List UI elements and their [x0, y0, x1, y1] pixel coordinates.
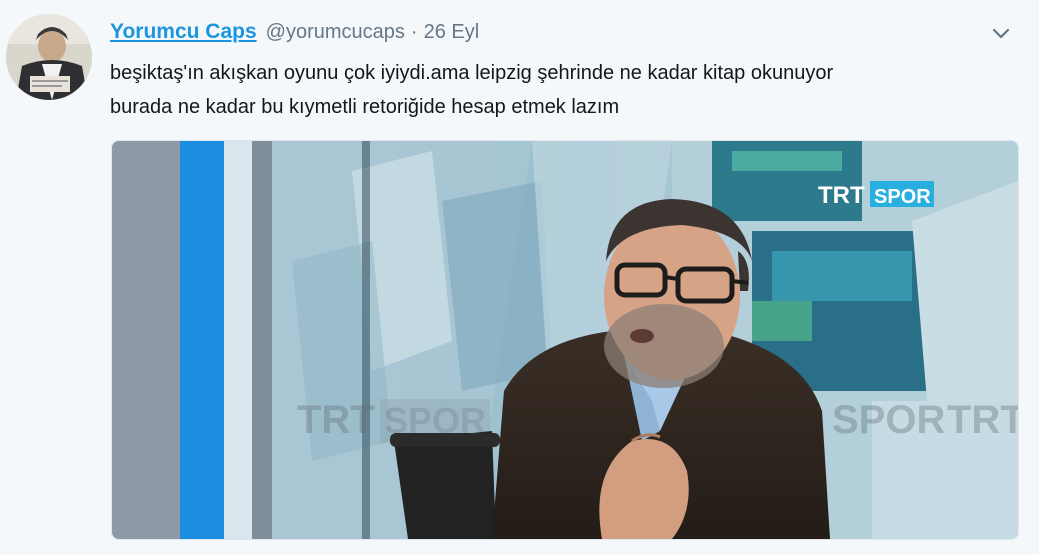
logo-trt: TRT	[818, 182, 865, 209]
timestamp[interactable]: 26 Eyl	[424, 21, 480, 44]
tweet-media[interactable]: TRT SPOR TRT SPOR SPOR TRT	[111, 140, 1019, 540]
media-image: TRT SPOR TRT SPOR SPOR TRT	[112, 141, 1018, 539]
tweet-text: beşiktaş'ın akışkan oyunu çok iyiydi.ama…	[110, 56, 1030, 124]
avatar-image	[6, 14, 92, 100]
tweet: Yorumcu Caps @yorumcucaps · 26 Eyl beşik…	[0, 0, 1039, 555]
watermark-trt: TRT	[297, 398, 375, 442]
tweet-text-line: beşiktaş'ın akışkan oyunu çok iyiydi.ama…	[110, 62, 834, 84]
avatar[interactable]	[6, 14, 92, 100]
watermark-spor-right: SPOR	[832, 398, 945, 442]
broadcaster-logo: TRT SPOR	[818, 181, 934, 209]
tweet-text-line: burada ne kadar bu kıymetli retoriğide h…	[110, 96, 620, 118]
watermark-trt-right: TRT	[947, 398, 1018, 442]
chevron-down-icon[interactable]	[990, 24, 1012, 44]
separator: ·	[410, 20, 418, 43]
display-name[interactable]: Yorumcu Caps	[110, 20, 257, 44]
tweet-header: Yorumcu Caps @yorumcucaps · 26 Eyl	[110, 18, 479, 46]
user-handle[interactable]: @yorumcucaps	[266, 21, 405, 44]
logo-spor: SPOR	[874, 186, 931, 208]
